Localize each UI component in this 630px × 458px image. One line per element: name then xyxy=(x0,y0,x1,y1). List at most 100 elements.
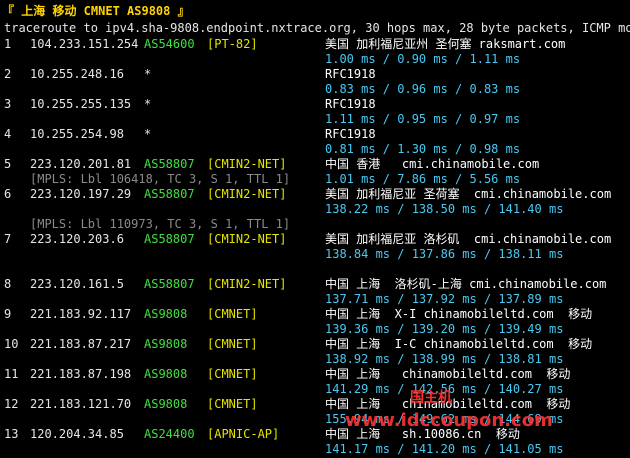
hop-geo: 中国 上海 chinamobileltd.com 移动 xyxy=(325,367,571,381)
hop-geo: 中国 上海 X-I chinamobileltd.com 移动 xyxy=(325,307,593,321)
hop-asn: * xyxy=(144,67,152,81)
hop-latency-row: 0.83 ms / 0.96 ms / 0.83 ms xyxy=(0,82,630,97)
hop-ip: 221.183.87.198 xyxy=(30,367,132,381)
hop-latency: 139.36 ms / 139.20 ms / 139.49 ms xyxy=(325,322,564,336)
hop-latency: 1.11 ms / 0.95 ms / 0.97 ms xyxy=(325,112,521,126)
mpls-label: [MPLS: Lbl 106418, TC 3, S 1, TTL 1] xyxy=(30,172,291,186)
hop-row: 9 221.183.92.117 AS9808 [CMNET] 中国 上海 X-I ch… xyxy=(0,307,630,322)
hop-network-tag: [CMNET] xyxy=(207,397,258,411)
hop-latency-row: 1.00 ms / 0.90 ms / 1.11 ms xyxy=(0,52,630,67)
hop-row: 4 10.255.254.98 * RFC1918 xyxy=(0,127,630,142)
hop-network-tag: [CMIN2-NET] xyxy=(207,232,287,246)
hop-ip: 221.183.92.117 xyxy=(30,307,132,321)
hop-ip: 221.183.121.70 xyxy=(30,397,132,411)
hop-geo: RFC1918 xyxy=(325,127,376,141)
hop-latency: 0.83 ms / 0.96 ms / 0.83 ms xyxy=(325,82,521,96)
hop-ip: 223.120.161.5 xyxy=(30,277,124,291)
hop-ip: 223.120.201.81 xyxy=(30,157,132,171)
hop-network-tag: [CMNET] xyxy=(207,337,258,351)
hop-latency: 137.71 ms / 137.92 ms / 137.89 ms xyxy=(325,292,564,306)
hop-geo: 中国 上海 I-C chinamobileltd.com 移动 xyxy=(325,337,593,351)
hop-number: 13 xyxy=(4,427,19,441)
hop-ip: 10.255.254.98 xyxy=(30,127,124,141)
hop-asn: AS58807 xyxy=(144,157,195,171)
hop-latency-row: 141.29 ms / 142.56 ms / 140.27 ms xyxy=(0,382,630,397)
hop-asn: AS54600 xyxy=(144,37,195,51)
hop-latency: 0.81 ms / 1.30 ms / 0.98 ms xyxy=(325,142,521,156)
hop-latency-row: 137.71 ms / 137.92 ms / 137.89 ms xyxy=(0,292,630,307)
watermark-logo-text: 国主机 xyxy=(410,390,452,406)
hop-row: 6 223.120.197.29 AS58807 [CMIN2-NET] 美国 加利福尼… xyxy=(0,187,630,202)
hop-geo: RFC1918 xyxy=(325,97,376,111)
hop-asn: * xyxy=(144,97,152,111)
hop-ip: 221.183.87.217 xyxy=(30,337,132,351)
hop-geo: RFC1918 xyxy=(325,67,376,81)
hop-latency: 141.17 ms / 141.20 ms / 141.05 ms xyxy=(325,442,564,456)
hop-row: 11 221.183.87.198 AS9808 [CMNET] 中国 上海 china… xyxy=(0,367,630,382)
hop-number: 4 xyxy=(4,127,12,141)
hop-ip: 104.233.151.254 xyxy=(30,37,139,51)
target-title: 『 上海 移动 CMNET AS9808 』 xyxy=(2,4,190,18)
traceroute-command: traceroute to ipv4.sha-9808.endpoint.nxt… xyxy=(4,21,630,35)
hop-asn: AS24400 xyxy=(144,427,195,441)
hop-number: 7 xyxy=(4,232,12,246)
hop-ip: 223.120.197.29 xyxy=(30,187,132,201)
hop-row: 3 10.255.255.135 * RFC1918 xyxy=(0,97,630,112)
hop-number: 12 xyxy=(4,397,19,411)
hop-network-tag: [CMIN2-NET] xyxy=(207,157,287,171)
hop-geo: 美国 加利福尼亚 洛杉矶 cmi.chinamobile.com xyxy=(325,232,612,246)
hop-row: 5 223.120.201.81 AS58807 [CMIN2-NET] 中国 香港 c… xyxy=(0,157,630,172)
hop-number: 3 xyxy=(4,97,12,111)
hop-number: 5 xyxy=(4,157,12,171)
hop-number: 10 xyxy=(4,337,19,351)
hop-latency-row: 139.36 ms / 139.20 ms / 139.49 ms xyxy=(0,322,630,337)
hop-latency-row: 1.11 ms / 0.95 ms / 0.97 ms xyxy=(0,112,630,127)
mpls-label: [MPLS: Lbl 110973, TC 3, S 1, TTL 1] xyxy=(30,217,291,231)
hop-geo: 美国 加利福尼亚 圣荷塞 cmi.chinamobile.com xyxy=(325,187,612,201)
hop-geo: 美国 加利福尼亚州 圣何塞 raksmart.com xyxy=(325,37,566,51)
hop-latency-row: 0.81 ms / 1.30 ms / 0.98 ms xyxy=(0,142,630,157)
hop-network-tag: [PT-82] xyxy=(207,37,258,51)
hop-number: 1 xyxy=(4,37,12,51)
mpls-label-row: [MPLS: Lbl 106418, TC 3, S 1, TTL 1] xyxy=(0,172,630,187)
hop-latency-row: 141.17 ms / 141.20 ms / 141.05 ms xyxy=(0,442,630,457)
hop-latency: 138.84 ms / 137.86 ms / 138.11 ms xyxy=(325,247,564,261)
hop-row: 7 223.120.203.6 AS58807 [CMIN2-NET] 美国 加利福尼亚… xyxy=(0,232,630,247)
hop-latency-row: 138.84 ms / 137.86 ms / 138.11 ms xyxy=(0,247,630,262)
hop-geo: 中国 香港 cmi.chinamobile.com xyxy=(325,157,540,171)
hop-number: 11 xyxy=(4,367,19,381)
hop-network-tag: [APNIC-AP] xyxy=(207,427,280,441)
hop-ip: 120.204.34.85 xyxy=(30,427,124,441)
hop-geo: 中国 上海 洛杉矶-上海 cmi.chinamobile.com xyxy=(325,277,607,291)
hop-network-tag: [CMIN2-NET] xyxy=(207,187,287,201)
hop-asn: AS9808 xyxy=(144,337,188,351)
hop-number: 2 xyxy=(4,67,12,81)
hop-latency: 1.00 ms / 0.90 ms / 1.11 ms xyxy=(325,52,521,66)
hop-network-tag: [CMNET] xyxy=(207,307,258,321)
terminal-window: 『 上海 移动 CMNET AS9808 』 traceroute to ipv… xyxy=(0,0,630,458)
hop-number: 6 xyxy=(4,187,12,201)
hop-number: 9 xyxy=(4,307,12,321)
hop-row: 1 104.233.151.254 AS54600 [PT-82] 美国 加利福尼亚州 … xyxy=(0,37,630,52)
hop-number: 8 xyxy=(4,277,12,291)
hop-network-tag: [CMIN2-NET] xyxy=(207,277,287,291)
hop-row: 10 221.183.87.217 AS9808 [CMNET] 中国 上海 I-C c… xyxy=(0,337,630,352)
hop-asn: AS9808 xyxy=(144,367,188,381)
hop-ip: 223.120.203.6 xyxy=(30,232,124,246)
hop-asn: AS9808 xyxy=(144,307,188,321)
hop-asn: AS58807 xyxy=(144,187,195,201)
hop-asn: * xyxy=(144,127,152,141)
hop-ip: 10.255.255.135 xyxy=(30,97,132,111)
hop-network-tag: [CMNET] xyxy=(207,367,258,381)
hop-ip: 10.255.248.16 xyxy=(30,67,124,81)
hop-asn: AS58807 xyxy=(144,232,195,246)
hop-latency: 138.92 ms / 138.99 ms / 138.81 ms xyxy=(325,352,564,366)
hop-asn: AS9808 xyxy=(144,397,188,411)
hop-latency-row: 138.92 ms / 138.99 ms / 138.81 ms xyxy=(0,352,630,367)
watermark-url: www.idccoupon.com xyxy=(345,410,553,431)
hop-row: 2 10.255.248.16 * RFC1918 xyxy=(0,67,630,82)
hop-latency-row: 138.22 ms / 138.50 ms / 141.40 ms xyxy=(0,202,630,217)
hop-latency: 138.22 ms / 138.50 ms / 141.40 ms xyxy=(325,202,564,216)
hop-row: 8 223.120.161.5 AS58807 [CMIN2-NET] 中国 上海 洛杉… xyxy=(0,277,630,292)
hop-asn: AS58807 xyxy=(144,277,195,291)
